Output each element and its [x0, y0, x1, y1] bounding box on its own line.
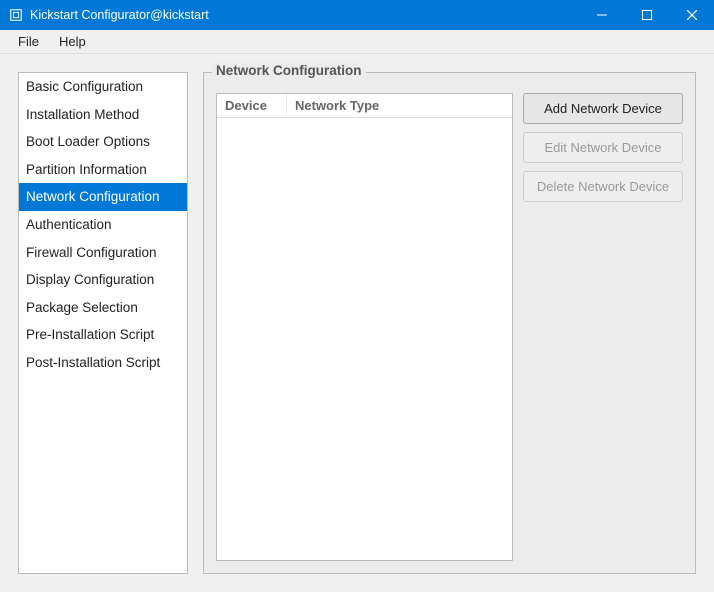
edit-network-device-button: Edit Network Device	[523, 132, 683, 163]
sidebar-item-package-selection[interactable]: Package Selection	[19, 294, 187, 322]
sidebar-item-basic-configuration[interactable]: Basic Configuration	[19, 73, 187, 101]
window-controls	[579, 0, 714, 30]
groupbox-title: Network Configuration	[212, 63, 366, 78]
titlebar: Kickstart Configurator@kickstart	[0, 0, 714, 30]
sidebar-item-installation-method[interactable]: Installation Method	[19, 101, 187, 129]
menu-file[interactable]: File	[8, 32, 49, 51]
content-area: Basic Configuration Installation Method …	[0, 54, 714, 592]
sidebar-item-firewall-configuration[interactable]: Firewall Configuration	[19, 239, 187, 267]
maximize-button[interactable]	[624, 0, 669, 30]
add-network-device-button[interactable]: Add Network Device	[523, 93, 683, 124]
network-device-table[interactable]: Device Network Type	[216, 93, 513, 561]
sidebar-item-display-configuration[interactable]: Display Configuration	[19, 266, 187, 294]
column-header-device[interactable]: Device	[217, 94, 287, 117]
sidebar: Basic Configuration Installation Method …	[18, 72, 188, 574]
minimize-button[interactable]	[579, 0, 624, 30]
sidebar-item-boot-loader-options[interactable]: Boot Loader Options	[19, 128, 187, 156]
sidebar-item-partition-information[interactable]: Partition Information	[19, 156, 187, 184]
sidebar-item-network-configuration[interactable]: Network Configuration	[19, 183, 187, 211]
main-panel: Network Configuration Device Network Typ…	[203, 72, 696, 574]
menu-help[interactable]: Help	[49, 32, 96, 51]
sidebar-item-pre-installation-script[interactable]: Pre-Installation Script	[19, 321, 187, 349]
menubar: File Help	[0, 30, 714, 54]
sidebar-item-authentication[interactable]: Authentication	[19, 211, 187, 239]
close-button[interactable]	[669, 0, 714, 30]
table-header: Device Network Type	[217, 94, 512, 118]
column-header-network-type[interactable]: Network Type	[287, 94, 512, 117]
window-title: Kickstart Configurator@kickstart	[30, 8, 579, 22]
sidebar-item-post-installation-script[interactable]: Post-Installation Script	[19, 349, 187, 377]
delete-network-device-button: Delete Network Device	[523, 171, 683, 202]
network-configuration-group: Network Configuration Device Network Typ…	[203, 72, 696, 574]
app-icon	[8, 7, 24, 23]
button-column: Add Network Device Edit Network Device D…	[523, 93, 683, 561]
